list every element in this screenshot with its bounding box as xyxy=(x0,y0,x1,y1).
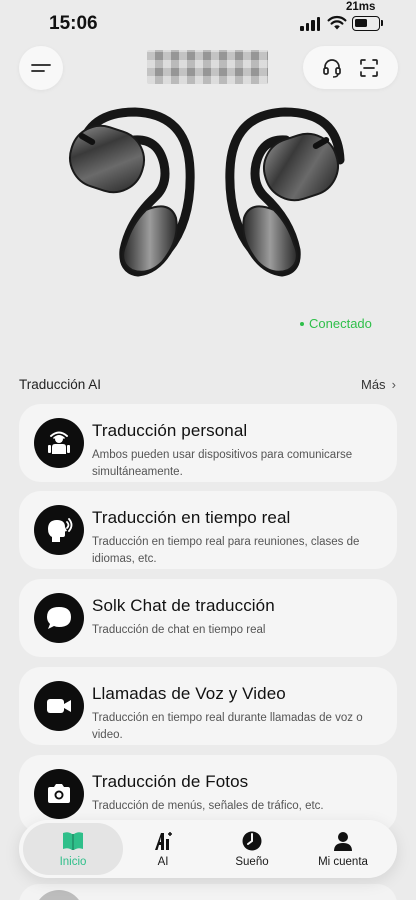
feature-title: Solk Chat de traducción xyxy=(92,596,275,615)
nav-tab-ai[interactable]: AI xyxy=(115,820,211,878)
feature-title: Traducción en tiempo real xyxy=(92,508,291,527)
book-icon xyxy=(63,832,83,850)
feature-card-realtime-translation[interactable]: Traducción en tiempo real Traducción en … xyxy=(19,491,397,569)
nav-label: Inicio xyxy=(59,856,87,868)
feature-description: Ambos pueden usar dispositivos para comu… xyxy=(92,449,353,478)
nav-label: AI xyxy=(157,856,169,868)
video-camera-icon xyxy=(34,681,84,731)
connection-status-label: Conectado xyxy=(309,316,372,331)
headset-icon[interactable] xyxy=(321,57,343,79)
feature-description: Traducción de menús, señales de tráfico,… xyxy=(92,800,324,812)
feature-card-chat-translation[interactable]: Solk Chat de traducción Traducción de ch… xyxy=(19,579,397,657)
status-dot-icon xyxy=(300,321,304,326)
more-link[interactable]: Más › xyxy=(361,377,396,392)
feature-card-personal-translation[interactable]: Traducción personal Ambos pueden usar di… xyxy=(19,404,397,482)
earbuds-image xyxy=(69,107,345,277)
feature-description: Traducción en tiempo real para reuniones… xyxy=(92,536,360,565)
bottom-navigation: Inicio AI Sueño Mi cuenta xyxy=(19,820,397,878)
battery-icon xyxy=(352,16,380,31)
ai-icon xyxy=(155,832,172,850)
feature-title: Traducción de Fotos xyxy=(92,772,249,791)
nav-tab-inicio[interactable]: Inicio xyxy=(23,823,123,875)
speaking-head-icon xyxy=(34,505,84,555)
feature-description: Traducción en tiempo real durante llamad… xyxy=(92,712,363,741)
sleep-icon xyxy=(242,831,262,851)
camera-icon xyxy=(34,769,84,819)
network-latency: 21ms xyxy=(346,1,376,13)
status-time: 15:06 xyxy=(49,13,98,34)
chat-bubble-icon xyxy=(34,593,84,643)
cellular-signal-icon xyxy=(300,17,322,31)
feature-card-voice-video-calls[interactable]: Llamadas de Voz y Video Traducción en ti… xyxy=(19,667,397,745)
menu-button[interactable] xyxy=(19,46,63,90)
more-label: Más xyxy=(361,377,386,392)
nav-tab-sueno[interactable]: Sueño xyxy=(205,820,299,878)
feature-title: Llamadas de Voz y Video xyxy=(92,684,286,703)
feature-description: Traducción de chat en tiempo real xyxy=(92,624,266,636)
scan-icon[interactable] xyxy=(358,57,380,79)
section-title: Traducción AI xyxy=(19,377,102,392)
wifi-icon xyxy=(327,15,347,30)
battery-cap xyxy=(381,20,383,26)
status-bar: 15:06 21ms xyxy=(0,0,416,44)
nav-label: Sueño xyxy=(235,856,269,868)
person-icon xyxy=(334,832,352,851)
translator-person-icon xyxy=(34,418,84,468)
header-actions xyxy=(303,46,398,89)
feature-title: Traducción personal xyxy=(92,421,248,440)
connection-status: Conectado xyxy=(300,316,372,331)
nav-tab-mi-cuenta[interactable]: Mi cuenta xyxy=(293,820,393,878)
hamburger-menu-icon xyxy=(31,64,51,72)
chevron-right-icon: › xyxy=(391,377,396,392)
device-name-redacted xyxy=(147,50,268,84)
nav-label: Mi cuenta xyxy=(318,856,368,868)
